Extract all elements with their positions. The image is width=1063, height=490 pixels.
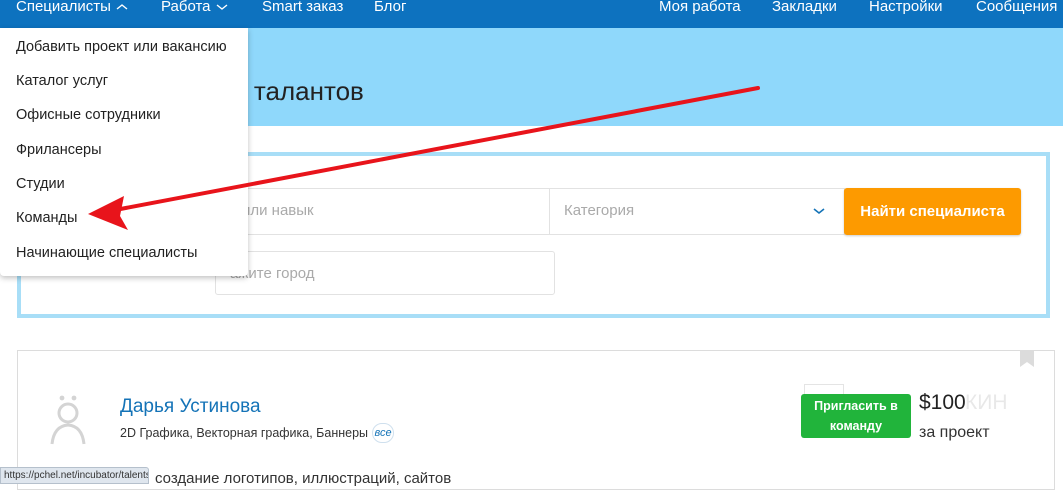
annotation-arrow-icon <box>88 86 760 230</box>
status-bar-url: https://pchel.net/incubator/talents/# <box>0 467 149 484</box>
